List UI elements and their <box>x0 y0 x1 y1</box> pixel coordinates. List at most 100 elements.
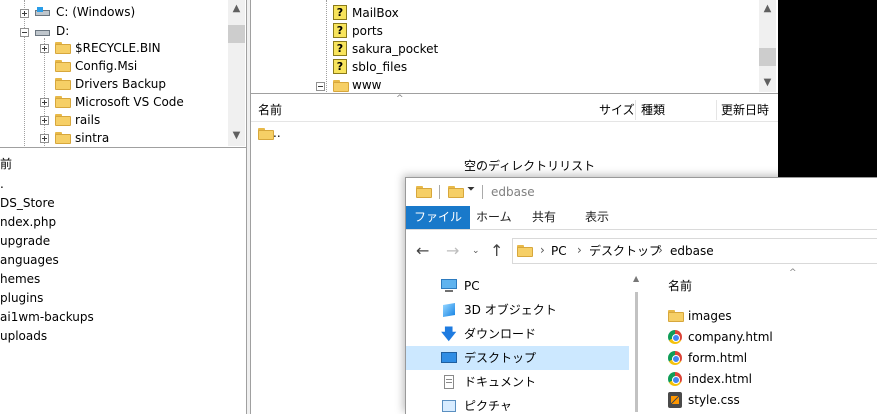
folder-icon <box>55 78 71 90</box>
column-header-size[interactable]: サイズ <box>599 101 635 119</box>
column-header-name[interactable]: 前 <box>0 155 12 173</box>
desktop-icon <box>441 351 457 365</box>
pictures-icon <box>441 399 457 413</box>
breadcrumb-edbase[interactable]: edbase <box>670 242 714 260</box>
back-button[interactable]: ← <box>416 240 429 262</box>
expand-icon[interactable] <box>40 134 49 143</box>
nav-item-desktop[interactable]: デスクトップ <box>406 346 629 370</box>
expand-icon[interactable] <box>40 44 49 53</box>
sort-arrow-icon: ^ <box>789 268 797 278</box>
tree-item-label[interactable]: Microsoft VS Code <box>75 93 184 111</box>
tree-item-label[interactable]: rails <box>75 111 100 129</box>
chevron-right-icon[interactable]: › <box>577 243 582 257</box>
document-icon <box>441 375 457 389</box>
expand-icon[interactable] <box>20 9 29 18</box>
divider <box>0 147 247 148</box>
tree-item-label[interactable]: sblo_files <box>352 58 407 76</box>
folder-icon <box>517 245 533 257</box>
collapse-icon[interactable] <box>316 82 325 91</box>
scroll-thumb[interactable] <box>228 25 245 43</box>
tree-item-label[interactable]: MailBox <box>352 4 399 22</box>
tab-file[interactable]: ファイル <box>406 206 471 229</box>
address-bar[interactable]: › PC › デスクトップ › edbase <box>512 238 877 264</box>
tree-line <box>326 0 327 92</box>
empty-message: 空のディレクトリリスト <box>464 159 596 173</box>
scroll-up-icon[interactable]: ▲ <box>633 274 639 283</box>
scrollbar[interactable]: ▲ <box>631 274 643 414</box>
file-row[interactable]: uploads <box>0 327 47 345</box>
explorer-window: ⏷ edbase ファイル ホーム 共有 表示 ← → ⌄ ↑ › PC › デ… <box>405 177 877 414</box>
customize-toolbar-icon[interactable]: ⏷ <box>467 184 475 195</box>
tree-line <box>24 0 25 146</box>
local-tree-panel: C: (Windows) D: $RECYCLE.BIN Config.Msi … <box>0 0 246 146</box>
chevron-right-icon[interactable]: › <box>658 243 663 257</box>
scroll-up-icon[interactable]: ▲ <box>759 0 776 17</box>
forward-button[interactable]: → <box>446 240 459 262</box>
tree-item-label[interactable]: sakura_pocket <box>352 40 438 58</box>
file-row[interactable]: DS_Store <box>0 194 55 212</box>
tab-home[interactable]: ホーム <box>468 206 520 229</box>
nav-item-pictures[interactable]: ピクチャ <box>406 394 629 414</box>
collapse-icon[interactable] <box>20 28 29 37</box>
3d-objects-icon <box>441 302 457 318</box>
drive-icon <box>35 28 51 37</box>
chrome-icon <box>668 351 682 365</box>
nav-item-3d-objects[interactable]: 3D オブジェクト <box>406 298 629 322</box>
tab-view[interactable]: 表示 <box>577 206 617 229</box>
scrollbar[interactable]: ▲ ▼ <box>759 0 776 92</box>
tree-item-label[interactable]: D: <box>56 22 69 40</box>
nav-item-documents[interactable]: ドキュメント <box>406 370 629 394</box>
dark-background <box>778 0 877 177</box>
tree-item-label[interactable]: C: (Windows) <box>56 3 135 21</box>
tree-item-label[interactable]: sintra <box>75 129 109 147</box>
file-row[interactable]: . <box>0 175 4 193</box>
divider <box>482 185 483 199</box>
file-name: index.html <box>688 372 752 386</box>
scroll-thumb[interactable] <box>635 292 638 412</box>
file-row[interactable]: anguages <box>0 251 59 269</box>
chrome-icon <box>668 330 682 344</box>
tree-item-label[interactable]: www <box>352 76 381 94</box>
tree-item-label[interactable]: Config.Msi <box>75 57 137 75</box>
column-header-name[interactable]: 名前 <box>258 101 282 119</box>
file-row[interactable]: ai1wm-backups <box>0 308 94 326</box>
tree-item-label[interactable]: ports <box>352 22 383 40</box>
sublime-icon <box>668 392 682 408</box>
remote-tree-panel: ? MailBox ? ports ? sakura_pocket ? sblo… <box>251 0 778 92</box>
scrollbar[interactable]: ▲ ▼ <box>228 0 245 146</box>
file-row[interactable]: plugins <box>0 289 43 307</box>
breadcrumb-pc[interactable]: PC <box>551 242 567 260</box>
tree-line <box>44 38 45 146</box>
scroll-down-icon[interactable]: ▼ <box>228 127 245 144</box>
folder-icon <box>416 186 432 198</box>
breadcrumb-desktop[interactable]: デスクトップ <box>589 242 661 260</box>
scroll-up-icon[interactable]: ▲ <box>228 0 245 17</box>
up-button[interactable]: ↑ <box>490 240 503 262</box>
file-row[interactable]: ndex.php <box>0 213 56 231</box>
file-row[interactable]: .. <box>273 124 281 142</box>
chevron-right-icon[interactable]: › <box>540 243 545 257</box>
tab-share[interactable]: 共有 <box>524 206 564 229</box>
quick-access-folder-icon[interactable] <box>448 186 464 198</box>
column-header-type[interactable]: 種類 <box>641 101 665 119</box>
navigation-pane: PC 3D オブジェクト 🡇 ダウンロード デスクトップ ドキュメント ピクチャ <box>406 274 629 414</box>
column-header-modified[interactable]: 更新日時 <box>721 101 769 119</box>
scroll-down-icon[interactable]: ▼ <box>759 74 776 91</box>
column-separator[interactable] <box>635 100 636 120</box>
window-title: edbase <box>491 185 535 199</box>
recent-locations-icon[interactable]: ⌄ <box>472 242 480 260</box>
file-row[interactable]: hemes <box>0 270 40 288</box>
nav-item-pc[interactable]: PC <box>406 274 629 298</box>
tree-item-label[interactable]: $RECYCLE.BIN <box>75 39 161 57</box>
expand-icon[interactable] <box>40 116 49 125</box>
column-separator[interactable] <box>716 100 717 120</box>
download-icon: 🡇 <box>441 325 457 343</box>
expand-icon[interactable] <box>40 98 49 107</box>
nav-item-label: ドキュメント <box>464 375 537 389</box>
scroll-thumb[interactable] <box>759 48 776 66</box>
file-row[interactable]: upgrade <box>0 232 50 250</box>
question-icon: ? <box>333 23 347 38</box>
tree-item-label[interactable]: Drivers Backup <box>75 75 166 93</box>
column-header-name[interactable]: 名前 <box>668 277 692 295</box>
nav-item-downloads[interactable]: 🡇 ダウンロード <box>406 322 629 346</box>
